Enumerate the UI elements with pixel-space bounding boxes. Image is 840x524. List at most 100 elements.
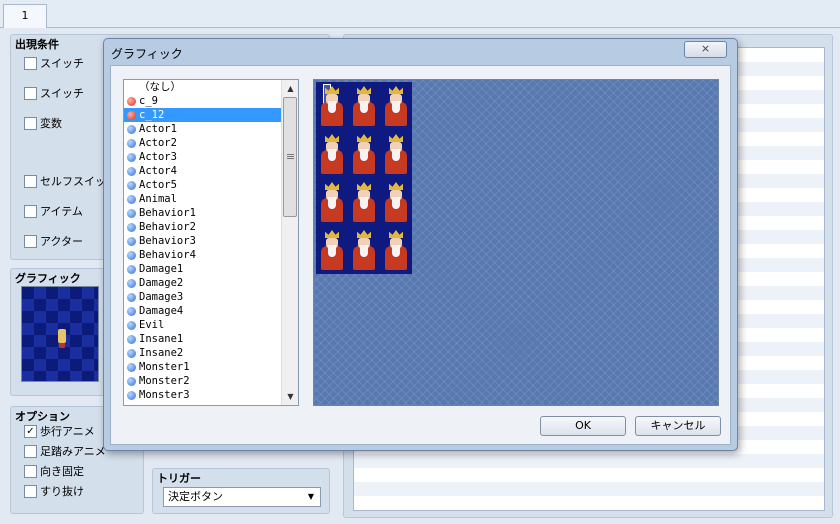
option-label: すり抜け bbox=[40, 485, 84, 498]
character-sprite[interactable] bbox=[382, 132, 410, 176]
list-item[interactable]: Damage2 bbox=[124, 276, 281, 290]
blue-file-icon bbox=[127, 390, 136, 400]
checkbox[interactable] bbox=[24, 484, 37, 498]
character-sprite[interactable] bbox=[318, 228, 346, 272]
list-item-label: c_12 bbox=[139, 109, 165, 121]
list-item[interactable]: Insane1 bbox=[124, 332, 281, 346]
graphic-group: グラフィック bbox=[10, 268, 110, 396]
list-item[interactable]: Behavior3 bbox=[124, 234, 281, 248]
condition-label: アクター bbox=[40, 235, 84, 248]
list-item[interactable]: Behavior1 bbox=[124, 206, 281, 220]
list-item-label: Behavior2 bbox=[139, 221, 196, 233]
red-file-icon bbox=[127, 110, 136, 120]
blue-file-icon bbox=[127, 376, 136, 386]
list-item[interactable]: Animal bbox=[124, 192, 281, 206]
character-sprite[interactable] bbox=[382, 84, 410, 128]
condition-checkbox-row[interactable]: 変数 bbox=[24, 115, 62, 131]
list-item[interactable]: Monster2 bbox=[124, 374, 281, 388]
character-sprite[interactable] bbox=[350, 180, 378, 224]
close-icon: ⨯ bbox=[700, 42, 711, 55]
list-item-label: Behavior3 bbox=[139, 235, 196, 247]
character-sprite[interactable] bbox=[350, 84, 378, 128]
list-item-label: Animal bbox=[139, 193, 177, 205]
list-item[interactable]: Damage1 bbox=[124, 262, 281, 276]
list-item[interactable]: c_12 bbox=[124, 108, 281, 122]
graphic-title: グラフィック bbox=[15, 272, 81, 285]
checkbox-checked[interactable]: ✓ bbox=[24, 424, 37, 438]
graphic-canvas[interactable] bbox=[313, 79, 719, 406]
option-checkbox-row[interactable]: すり抜け bbox=[24, 483, 84, 499]
option-checkbox-row[interactable]: 足踏みアニメ bbox=[24, 443, 106, 459]
list-item[interactable]: c_9 bbox=[124, 94, 281, 108]
file-listbox[interactable]: （なし） c_9 c_12 Actor1 Actor2 Actor3 Actor4 Actor… bbox=[123, 79, 299, 406]
character-sprite[interactable] bbox=[318, 180, 346, 224]
condition-checkbox-row[interactable]: スイッチ bbox=[24, 55, 84, 71]
checkbox[interactable] bbox=[24, 204, 37, 218]
blue-file-icon bbox=[127, 362, 136, 372]
character-sprite[interactable] bbox=[382, 228, 410, 272]
list-item-label: Damage3 bbox=[139, 291, 184, 303]
scroll-down-icon[interactable]: ▼ bbox=[282, 388, 298, 405]
option-checkbox-row[interactable]: ✓ 歩行アニメ bbox=[24, 423, 95, 439]
options-title: オプション bbox=[15, 410, 70, 423]
list-item-label: c_9 bbox=[139, 95, 158, 107]
cancel-button[interactable]: キャンセル bbox=[635, 416, 721, 436]
sprite-beard bbox=[360, 101, 368, 113]
sprite-crown bbox=[357, 134, 371, 142]
close-button[interactable]: ⨯ bbox=[684, 41, 727, 58]
list-item-label: Monster1 bbox=[139, 361, 190, 373]
sprite-crown bbox=[357, 230, 371, 238]
checkbox[interactable] bbox=[24, 174, 37, 188]
blue-file-icon bbox=[127, 348, 136, 358]
blue-file-icon bbox=[127, 152, 136, 162]
list-item[interactable]: Actor1 bbox=[124, 122, 281, 136]
option-checkbox-row[interactable]: 向き固定 bbox=[24, 463, 84, 479]
sprite-beard bbox=[360, 197, 368, 209]
sprite-crown bbox=[325, 230, 339, 238]
list-item[interactable]: Actor2 bbox=[124, 136, 281, 150]
checkbox[interactable] bbox=[24, 56, 37, 70]
character-sprite[interactable] bbox=[350, 132, 378, 176]
list-item[interactable]: Monster1 bbox=[124, 360, 281, 374]
checkbox[interactable] bbox=[24, 444, 37, 458]
sprite-crown bbox=[357, 182, 371, 190]
trigger-select[interactable]: 決定ボタン ▼ bbox=[163, 487, 321, 507]
list-scrollbar[interactable]: ▲ ▼ bbox=[281, 80, 298, 405]
character-sprite[interactable] bbox=[382, 180, 410, 224]
checkbox[interactable] bbox=[24, 86, 37, 100]
list-item-label: Actor4 bbox=[139, 165, 177, 177]
list-item[interactable]: Monster3 bbox=[124, 388, 281, 402]
list-item-label: Actor3 bbox=[139, 151, 177, 163]
list-item[interactable]: Insane2 bbox=[124, 346, 281, 360]
checkbox[interactable] bbox=[24, 464, 37, 478]
checkbox[interactable] bbox=[24, 116, 37, 130]
list-item-label: Evil bbox=[139, 319, 165, 331]
list-item[interactable]: （なし） bbox=[124, 80, 281, 94]
list-item[interactable]: Actor5 bbox=[124, 178, 281, 192]
character-sprite[interactable] bbox=[350, 228, 378, 272]
dialog-client-area: （なし） c_9 c_12 Actor1 Actor2 Actor3 Actor4 Actor… bbox=[110, 65, 731, 445]
character-sheet[interactable] bbox=[316, 82, 412, 274]
condition-checkbox-row[interactable]: アイテム bbox=[24, 203, 83, 219]
character-sprite[interactable] bbox=[318, 84, 346, 128]
graphic-preview[interactable] bbox=[21, 286, 99, 382]
list-item[interactable]: Damage4 bbox=[124, 304, 281, 318]
list-item-label: Damage1 bbox=[139, 263, 184, 275]
list-item[interactable]: Evil bbox=[124, 318, 281, 332]
condition-checkbox-row[interactable]: アクター bbox=[24, 233, 83, 249]
list-item[interactable]: Actor3 bbox=[124, 150, 281, 164]
scroll-up-icon[interactable]: ▲ bbox=[282, 80, 298, 97]
list-item[interactable]: Behavior2 bbox=[124, 220, 281, 234]
sprite-beard bbox=[392, 149, 400, 161]
character-sprite[interactable] bbox=[318, 132, 346, 176]
list-item[interactable]: Behavior4 bbox=[124, 248, 281, 262]
checkbox[interactable] bbox=[24, 234, 37, 248]
tab-page-1[interactable]: 1 bbox=[3, 4, 47, 29]
list-item[interactable]: Damage3 bbox=[124, 290, 281, 304]
sprite-crown bbox=[357, 86, 371, 94]
grip-icon bbox=[287, 154, 294, 155]
list-item[interactable]: Actor4 bbox=[124, 164, 281, 178]
scroll-thumb[interactable] bbox=[283, 97, 297, 217]
ok-button[interactable]: OK bbox=[540, 416, 626, 436]
condition-checkbox-row[interactable]: スイッチ bbox=[24, 85, 84, 101]
